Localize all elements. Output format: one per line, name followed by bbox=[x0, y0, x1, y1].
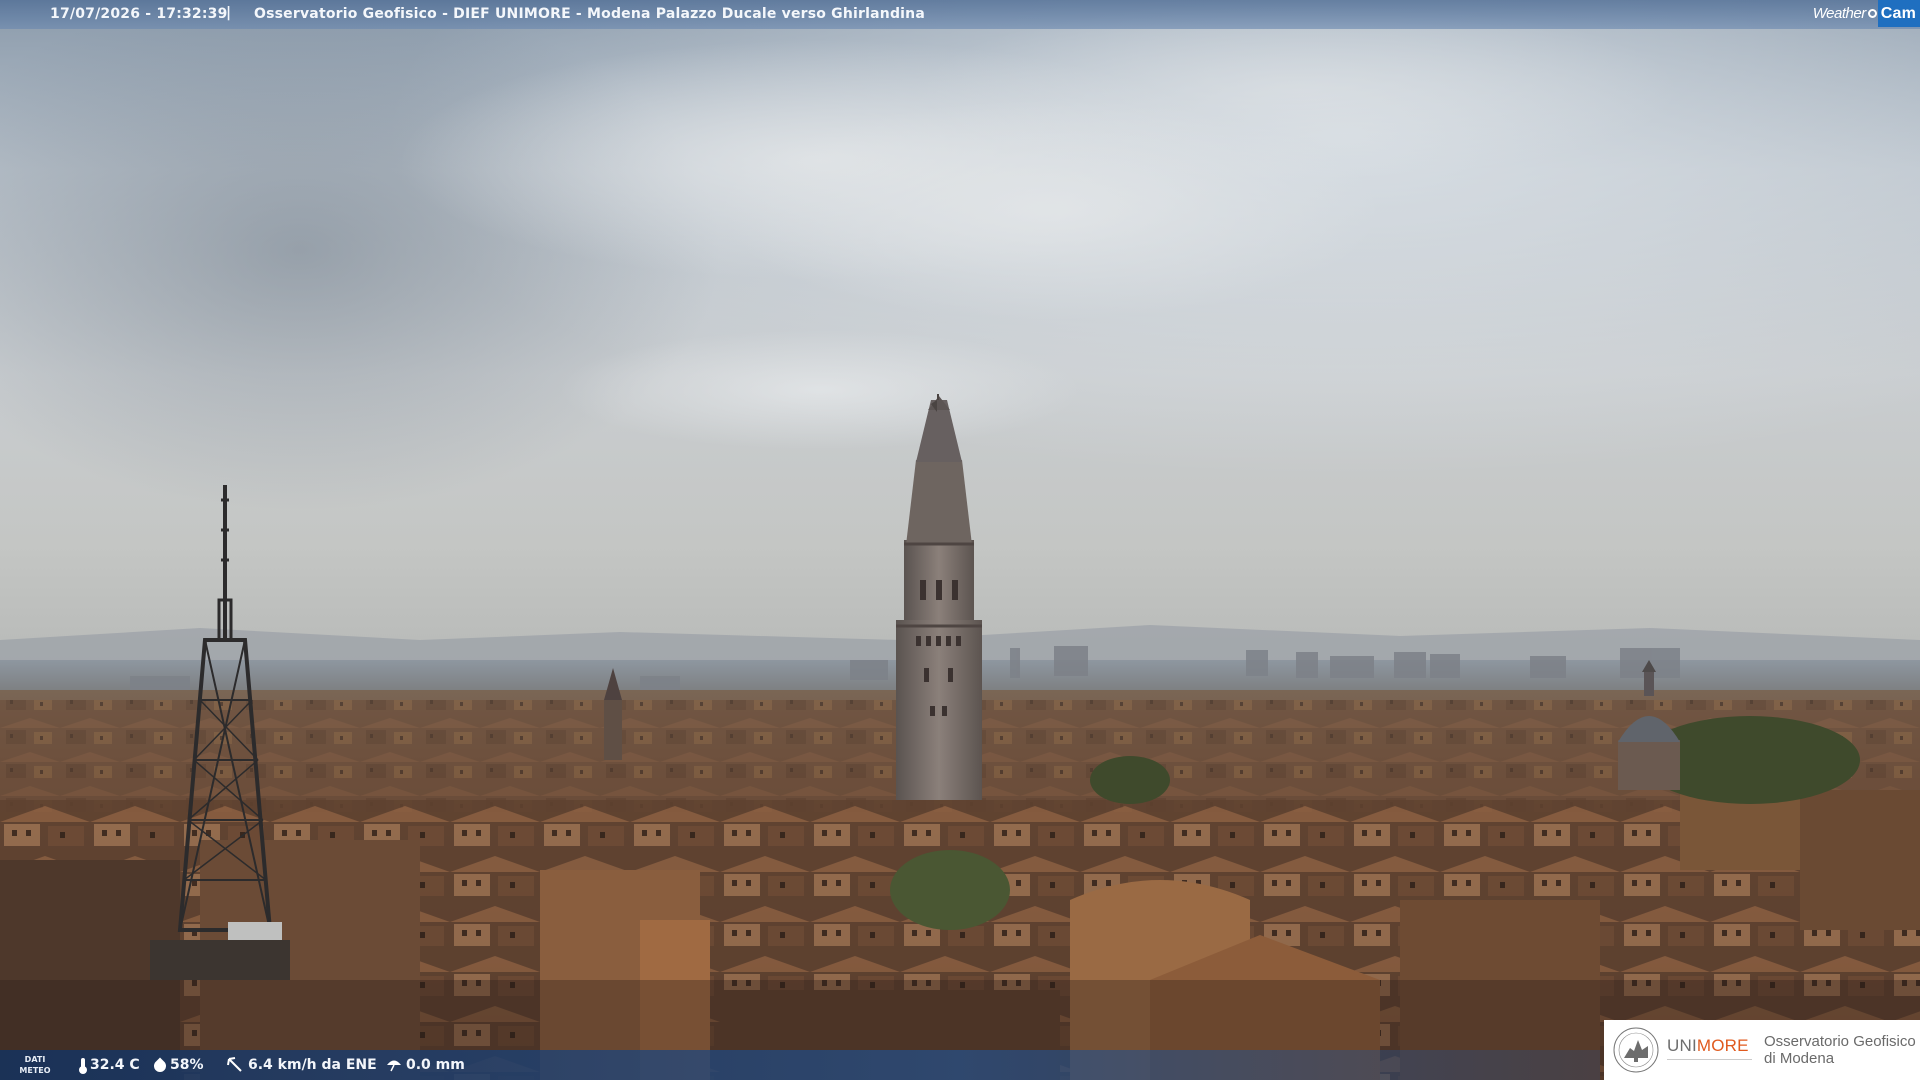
unimore-name-more: MORE bbox=[1696, 1036, 1749, 1055]
temperature-reading: 32.4 C bbox=[79, 1057, 140, 1074]
observatory-name-line1: Osservatorio Geofisico bbox=[1764, 1033, 1916, 1050]
weathercam-logo: Weather Cam bbox=[1809, 0, 1920, 27]
dati-meteo-label: DATI METEO bbox=[18, 1054, 52, 1076]
weathercam-logo-cam: Cam bbox=[1877, 0, 1920, 27]
unimore-name-uni: UNI bbox=[1667, 1036, 1697, 1055]
webcam-frame: 17/07/2026 - 17:32:39 | Osservatorio Geo… bbox=[0, 0, 1920, 1080]
wind-value: 6.4 km/h da ENE bbox=[248, 1057, 377, 1073]
rain-reading: 0.0 mm bbox=[386, 1057, 465, 1073]
humidity-reading: 58% bbox=[151, 1057, 204, 1075]
wind-reading: 6.4 km/h da ENE bbox=[226, 1057, 377, 1073]
station-title: Osservatorio Geofisico - DIEF UNIMORE - … bbox=[254, 6, 925, 22]
wind-arrow-icon bbox=[227, 1057, 242, 1072]
unimore-logo-box: UNIMORE ————————————————— Osservatorio G… bbox=[1604, 1020, 1920, 1080]
webcam-scene bbox=[0, 0, 1920, 1080]
temperature-value: 32.4 C bbox=[90, 1057, 140, 1073]
water-drop-icon bbox=[151, 1057, 169, 1075]
thermometer-icon bbox=[79, 1057, 87, 1074]
dati-meteo-line1: DATI bbox=[24, 1055, 46, 1064]
unimore-wordmark: UNIMORE ————————————————— bbox=[1667, 1037, 1752, 1064]
header-separator: | bbox=[226, 5, 232, 21]
weather-data-bar: DATI METEO 32.4 C 58% 6.4 km/h da ENE 0.… bbox=[0, 1050, 1600, 1080]
timestamp: 17/07/2026 - 17:32:39 bbox=[50, 6, 228, 22]
humidity-value: 58% bbox=[170, 1057, 204, 1073]
umbrella-icon bbox=[387, 1060, 401, 1072]
weathercam-logo-weather: Weather bbox=[1812, 5, 1866, 22]
dati-meteo-line2: METEO bbox=[19, 1066, 51, 1075]
observatory-name-line2: di Modena bbox=[1764, 1050, 1835, 1067]
unimore-seal-icon bbox=[1613, 1027, 1659, 1073]
weathercam-logo-dot-icon bbox=[1867, 9, 1877, 18]
unimore-name: UNIMORE bbox=[1667, 1037, 1752, 1055]
rain-value: 0.0 mm bbox=[406, 1057, 465, 1073]
webcam-header-bar: 17/07/2026 - 17:32:39 | Osservatorio Geo… bbox=[0, 0, 1920, 29]
unimore-subtitle-rule: ————————————————— bbox=[1667, 1057, 1752, 1063]
observatory-name: Osservatorio Geofisico di Modena bbox=[1764, 1033, 1916, 1067]
